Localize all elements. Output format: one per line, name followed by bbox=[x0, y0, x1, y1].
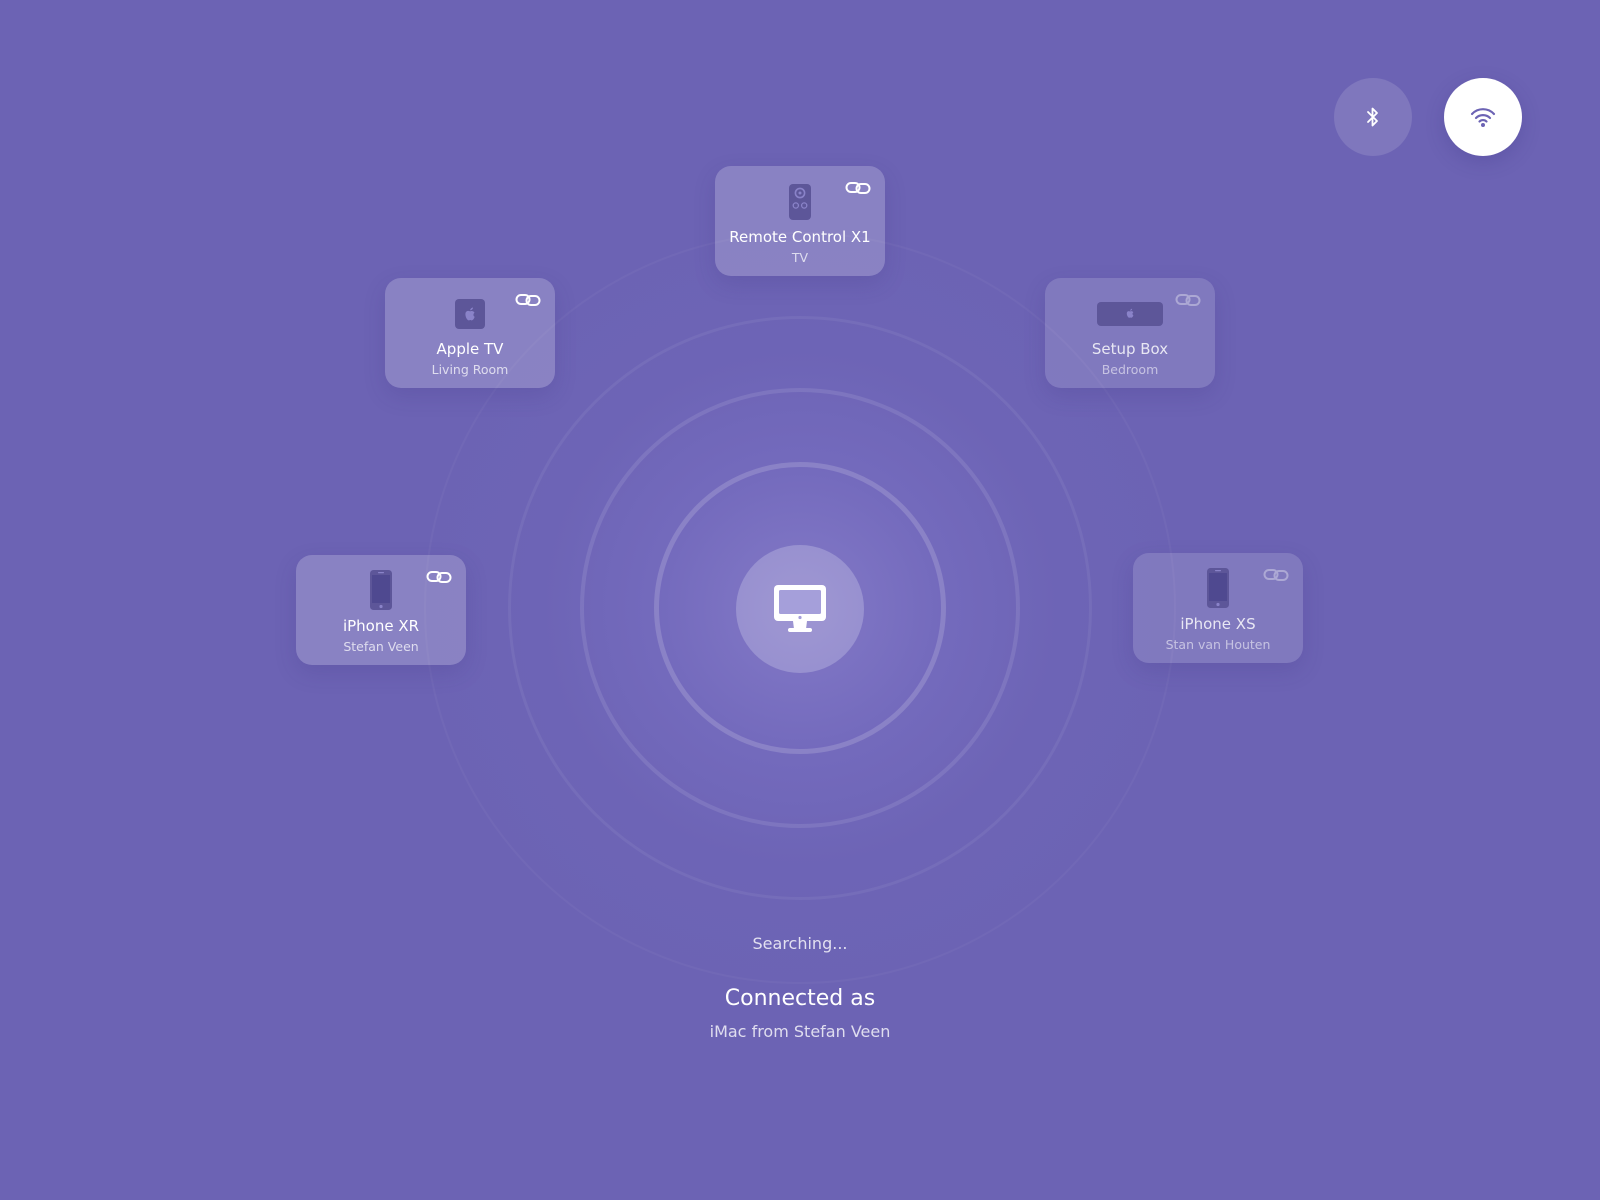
desktop-monitor-icon bbox=[774, 585, 826, 632]
device-card-apple-tv[interactable]: Apple TV Living Room bbox=[385, 278, 555, 388]
device-name: Apple TV bbox=[436, 340, 504, 358]
link-icon bbox=[426, 571, 452, 583]
searching-status: Searching... bbox=[752, 934, 848, 953]
phone-icon bbox=[370, 570, 392, 610]
device-name: Remote Control X1 bbox=[729, 228, 871, 246]
wifi-icon bbox=[1470, 108, 1496, 127]
wifi-toggle-button[interactable] bbox=[1444, 78, 1522, 156]
device-card-iphone-xs[interactable]: iPhone XS Stan van Houten bbox=[1133, 553, 1303, 663]
device-card-setup-box[interactable]: Setup Box Bedroom bbox=[1045, 278, 1215, 388]
link-icon bbox=[845, 182, 871, 194]
device-subtitle: Stefan Veen bbox=[343, 639, 419, 654]
connected-device-name: iMac from Stefan Veen bbox=[709, 1022, 891, 1041]
phone-icon bbox=[1207, 568, 1229, 608]
device-name: iPhone XS bbox=[1180, 615, 1256, 633]
device-card-iphone-xr[interactable]: iPhone XR Stefan Veen bbox=[296, 555, 466, 665]
connected-as-heading: Connected as bbox=[724, 986, 876, 1011]
device-discovery-screen: Remote Control X1 TV Apple TV Living Roo… bbox=[0, 0, 1600, 1200]
bluetooth-toggle-button[interactable] bbox=[1334, 78, 1412, 156]
bluetooth-icon bbox=[1367, 107, 1378, 127]
link-icon bbox=[515, 294, 541, 306]
link-icon bbox=[1263, 569, 1289, 581]
device-card-remote-control-x1[interactable]: Remote Control X1 TV bbox=[715, 166, 885, 276]
device-name: iPhone XR bbox=[342, 617, 420, 635]
device-name: Setup Box bbox=[1091, 340, 1169, 358]
device-subtitle: Bedroom bbox=[1101, 362, 1159, 377]
device-subtitle: TV bbox=[791, 250, 809, 265]
device-subtitle: Stan van Houten bbox=[1165, 637, 1271, 652]
setup-box-icon bbox=[1097, 302, 1163, 326]
link-icon bbox=[1175, 294, 1201, 306]
device-subtitle: Living Room bbox=[431, 362, 509, 377]
this-device-avatar bbox=[736, 545, 864, 673]
remote-control-icon bbox=[789, 184, 811, 220]
apple-tv-icon bbox=[455, 299, 485, 329]
